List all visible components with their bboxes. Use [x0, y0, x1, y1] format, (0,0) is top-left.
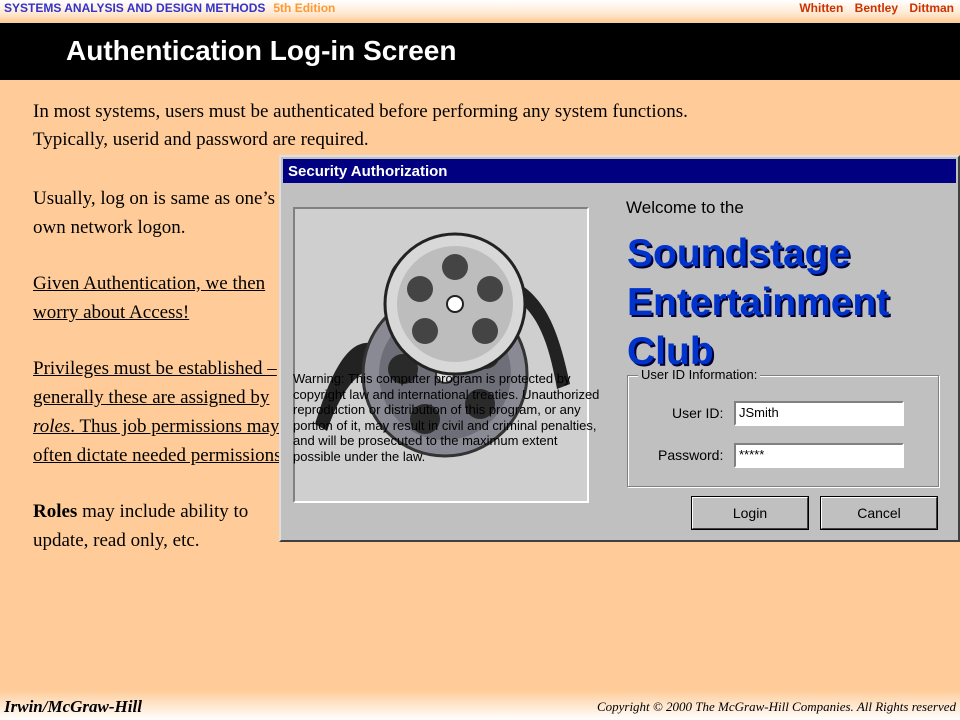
edition-label: 5th Edition [273, 1, 336, 15]
dialog-title-bar: Security Authorization [283, 159, 956, 183]
roles-paragraph: Roles may include ability to update, rea… [33, 497, 303, 555]
book-header: SYSTEMS ANALYSIS AND DESIGN METHODS 5th E… [0, 0, 960, 22]
privileges-text-b: . Thus job permissions may often dictate… [33, 416, 287, 466]
intro-text: In most systems, users must be authentic… [33, 98, 913, 154]
brand-line-2: Entertainment [627, 281, 890, 324]
book-title: SYSTEMS ANALYSIS AND DESIGN METHODS 5th E… [4, 1, 335, 15]
slide-title-bar: Authentication Log-in Screen [0, 23, 960, 80]
cancel-button[interactable]: Cancel [820, 496, 938, 530]
roles-term: roles [33, 416, 71, 437]
access-paragraph: Given Authentication, we then worry abou… [33, 273, 266, 323]
userid-input[interactable]: JSmith [734, 401, 904, 426]
club-logo-text: Soundstage Entertainment Club [627, 229, 957, 376]
slide-title: Authentication Log-in Screen [66, 35, 457, 66]
user-id-group: User ID Information: User ID: JSmith Pas… [627, 367, 939, 487]
brand-line-1: Soundstage [627, 232, 851, 275]
slide-footer: Irwin/McGraw-Hill Copyright © 2000 The M… [0, 690, 960, 720]
roles-bold: Roles [33, 501, 78, 522]
security-authorization-dialog: Security Authorization Welcome to the So… [279, 155, 960, 542]
privileges-text-a: Privileges must be established – general… [33, 358, 277, 408]
authors-label: Whitten Bentley Dittman [799, 1, 954, 15]
privileges-paragraph: Privileges must be established – general… [33, 354, 303, 470]
userid-label: User ID: [672, 405, 724, 421]
welcome-text: Welcome to the [626, 198, 744, 217]
login-button[interactable]: Login [691, 496, 809, 530]
password-label: Password: [658, 447, 724, 463]
publisher-label: Irwin/McGraw-Hill [4, 697, 142, 716]
intro-line-2: Typically, userid and password are requi… [33, 129, 369, 150]
book-title-text: SYSTEMS ANALYSIS AND DESIGN METHODS [4, 1, 266, 15]
copyright-label: Copyright © 2000 The McGraw-Hill Compani… [596, 699, 956, 714]
password-input[interactable]: ***** [734, 443, 904, 468]
copyright-warning: Warning: This computer program is protec… [293, 371, 600, 464]
group-label: User ID Information: [638, 367, 761, 382]
bullet-column: Usually, log on is same as one’s own net… [33, 184, 303, 582]
intro-line-1: In most systems, users must be authentic… [33, 101, 688, 122]
logon-paragraph: Usually, log on is same as one’s own net… [33, 188, 276, 238]
